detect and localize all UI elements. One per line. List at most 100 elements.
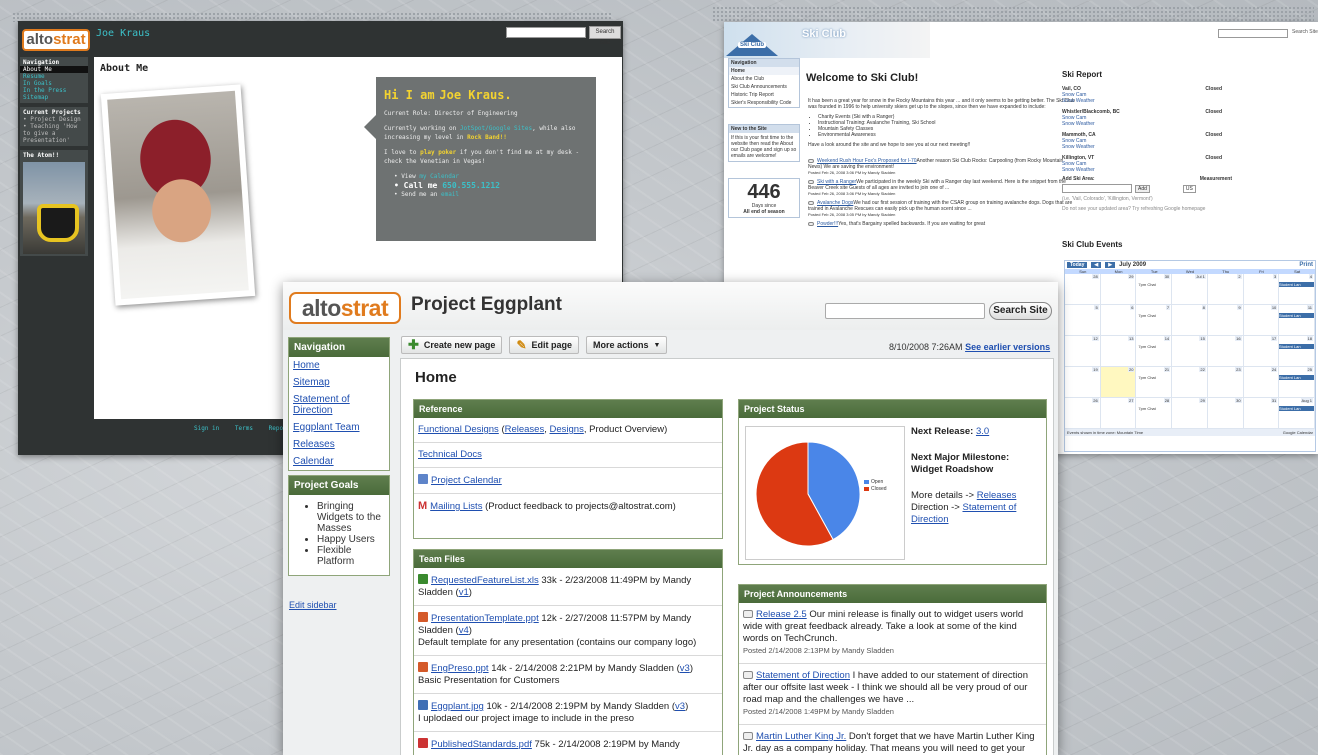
- calendar-day[interactable]: [1065, 398, 1101, 429]
- file-version-link[interactable]: v3: [675, 701, 685, 712]
- search-button[interactable]: Search Site: [989, 302, 1052, 320]
- nav-item-announcements[interactable]: Ski Club Announcements: [729, 83, 799, 91]
- releases-link[interactable]: Releases: [505, 424, 545, 435]
- ski-area-link[interactable]: Snow Weather: [1062, 121, 1120, 127]
- calendar-day[interactable]: 7pm Chat: [1136, 274, 1173, 305]
- calendar-day[interactable]: [1172, 398, 1208, 429]
- today-button[interactable]: Today: [1067, 262, 1088, 268]
- calendar-day[interactable]: [1243, 305, 1280, 336]
- footer-terms[interactable]: Terms: [235, 425, 253, 432]
- mailing-lists-link[interactable]: Mailing Lists: [430, 501, 482, 512]
- calendar-event[interactable]: 7pm Chat: [1138, 282, 1155, 287]
- sidebar-item-statement[interactable]: Statement of Direction: [289, 391, 389, 419]
- calendar-month[interactable]: July 2009: [1119, 262, 1146, 268]
- calendar-day[interactable]: Student Lan: [1279, 336, 1315, 367]
- calendar-day[interactable]: [1172, 305, 1208, 336]
- altostrat-logo[interactable]: altostrat: [289, 292, 401, 324]
- nav-item-code[interactable]: Skier's Responsibility Code: [729, 99, 799, 107]
- file-link[interactable]: EngPreso.ppt: [431, 663, 489, 674]
- nav-item-about-me[interactable]: About Me: [20, 66, 88, 73]
- calendar-event[interactable]: 7pm Chat: [1138, 406, 1155, 411]
- nav-item-trip-report[interactable]: Historic Trip Report: [729, 91, 799, 99]
- calendar-day[interactable]: [1065, 336, 1101, 367]
- calendar-day[interactable]: Student Lan: [1279, 398, 1315, 429]
- calendar-day[interactable]: [1065, 274, 1101, 305]
- calendar-link[interactable]: my Calendar: [419, 173, 459, 180]
- calendar-day[interactable]: [1172, 274, 1208, 305]
- file-version-link[interactable]: v3: [680, 663, 690, 674]
- file-link[interactable]: PublishedStandards.pdf: [431, 739, 532, 750]
- nav-item-press[interactable]: In the Press: [23, 87, 85, 94]
- calendar-day[interactable]: Student Lan: [1279, 274, 1315, 305]
- search-input[interactable]: [1218, 29, 1288, 38]
- email-link[interactable]: email: [441, 191, 459, 198]
- search-input[interactable]: [825, 303, 985, 319]
- calendar-day[interactable]: [1243, 274, 1280, 305]
- site-title[interactable]: Ski Club: [802, 28, 846, 40]
- earlier-versions-link[interactable]: See earlier versions: [965, 342, 1050, 352]
- calendar-day[interactable]: Student Lan: [1279, 367, 1315, 398]
- technical-docs-link[interactable]: Technical Docs: [418, 449, 482, 460]
- ski-area-link[interactable]: Snow Weather: [1062, 167, 1095, 173]
- area-input[interactable]: [1062, 184, 1132, 193]
- sidebar-item-team[interactable]: Eggplant Team: [289, 419, 389, 436]
- site-title[interactable]: Joe Kraus: [96, 28, 150, 39]
- calendar-day[interactable]: [1207, 274, 1244, 305]
- ski-area-link[interactable]: Snow Weather: [1062, 98, 1095, 104]
- calendar-day[interactable]: [1100, 336, 1137, 367]
- file-link[interactable]: PresentationTemplate.ppt: [431, 613, 539, 624]
- file-link[interactable]: RequestedFeatureList.xls: [431, 575, 539, 586]
- next-release-link[interactable]: 3.0: [976, 426, 989, 437]
- calendar-event[interactable]: 7pm Chat: [1138, 344, 1155, 349]
- calendar-day[interactable]: [1243, 367, 1280, 398]
- calendar-day[interactable]: Student Lan: [1279, 305, 1315, 336]
- file-link[interactable]: Eggplant.jpg: [431, 701, 484, 712]
- calendar-day[interactable]: [1100, 398, 1137, 429]
- calendar-event[interactable]: Student Lan: [1279, 375, 1314, 380]
- calendar-day[interactable]: [1172, 336, 1208, 367]
- altostrat-logo[interactable]: altostrat: [22, 29, 90, 51]
- calendar-day[interactable]: [1243, 398, 1280, 429]
- calendar-day[interactable]: [1207, 398, 1244, 429]
- calendar-day[interactable]: 7pm Chat: [1136, 367, 1173, 398]
- calendar-day[interactable]: [1207, 367, 1244, 398]
- designs-link[interactable]: Designs: [550, 424, 584, 435]
- announcement-link[interactable]: Statement of Direction: [756, 670, 850, 681]
- calendar-day[interactable]: [1100, 274, 1137, 305]
- search-button[interactable]: Search Site: [1292, 29, 1318, 35]
- create-page-button[interactable]: ✚ Create new page: [401, 336, 503, 354]
- sidebar-item-home[interactable]: Home: [289, 357, 389, 374]
- working-link[interactable]: JotSpot/Google Sites: [460, 125, 532, 132]
- print-button[interactable]: Print: [1299, 262, 1313, 268]
- nav-item-goals[interactable]: In Goals: [23, 80, 85, 87]
- calendar-event[interactable]: Student Lan: [1279, 344, 1314, 349]
- announcement-link[interactable]: Martin Luther King Jr.: [756, 731, 846, 742]
- calendar-day[interactable]: [1172, 367, 1208, 398]
- sidebar-item-releases[interactable]: Releases: [289, 436, 389, 453]
- calendar-day[interactable]: [1100, 305, 1137, 336]
- edit-sidebar-link[interactable]: Edit sidebar: [289, 600, 337, 610]
- calendar-event[interactable]: Student Lan: [1279, 282, 1314, 287]
- calendar-day[interactable]: [1065, 305, 1101, 336]
- calendar-day[interactable]: [1243, 336, 1280, 367]
- site-title[interactable]: Project Eggplant: [411, 294, 562, 316]
- details-releases-link[interactable]: Releases: [977, 490, 1017, 501]
- edit-page-button[interactable]: ✎ Edit page: [509, 336, 580, 354]
- calendar-event[interactable]: Student Lan: [1279, 406, 1314, 411]
- file-version-link[interactable]: v1: [459, 587, 469, 598]
- ski-post-link[interactable]: Powder!!!: [817, 221, 838, 227]
- footer-sign-in[interactable]: Sign in: [194, 425, 219, 432]
- add-button[interactable]: Add: [1135, 184, 1150, 193]
- google-calendar-link[interactable]: Google Calendar: [1283, 430, 1313, 435]
- nav-item-resume[interactable]: Resume: [23, 73, 85, 80]
- file-version-link[interactable]: v4: [459, 625, 469, 636]
- calendar-event[interactable]: 7pm Chat: [1138, 375, 1155, 380]
- project-calendar-link[interactable]: Project Calendar: [431, 475, 502, 486]
- calendar-day[interactable]: [1100, 367, 1137, 398]
- search-button[interactable]: Search Site: [589, 26, 621, 46]
- ski-area-link[interactable]: Snow Weather: [1062, 144, 1096, 150]
- calendar-event[interactable]: 7pm Chat: [1138, 313, 1155, 318]
- unit-select[interactable]: US: [1182, 184, 1196, 193]
- calendar-event[interactable]: Student Lan: [1279, 313, 1314, 318]
- calendar-day[interactable]: 7pm Chat: [1136, 305, 1173, 336]
